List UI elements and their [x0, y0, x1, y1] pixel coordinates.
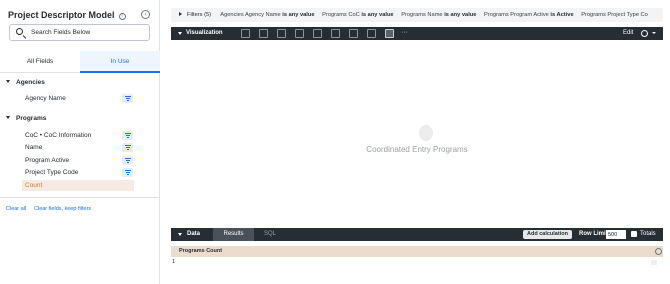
- row-limit-label: Row Limit: [579, 231, 608, 237]
- tab-results[interactable]: Results: [213, 228, 254, 241]
- search-icon: [16, 28, 23, 35]
- field-count[interactable]: Count: [22, 180, 134, 191]
- chevron-right-icon: [179, 12, 182, 16]
- filter-icon[interactable]: [122, 156, 133, 165]
- filter-icon[interactable]: [122, 131, 133, 140]
- line-chart-icon[interactable]: [313, 29, 322, 38]
- filters-bar[interactable]: Filters (5) Agencies Agency Name is any …: [171, 8, 663, 22]
- row-limit-input[interactable]: [606, 230, 626, 239]
- model-title: Project Descriptor Model i: [8, 10, 126, 20]
- pie-chart-icon[interactable]: [349, 29, 358, 38]
- chevron-down-icon[interactable]: [652, 32, 656, 34]
- filter-icon[interactable]: [122, 94, 133, 103]
- filter-chip[interactable]: Programs Program Active is Active: [484, 12, 574, 18]
- chevron-down-icon[interactable]: [178, 32, 182, 35]
- chevron-down-icon: [6, 80, 10, 83]
- row-number: 1: [172, 259, 176, 265]
- info-icon[interactable]: i: [118, 13, 126, 20]
- scatter-chart-icon[interactable]: [295, 29, 304, 38]
- map-chart-icon[interactable]: [367, 29, 376, 38]
- data-title[interactable]: Data: [187, 228, 200, 241]
- column-header-programs-count[interactable]: Programs Count: [179, 246, 222, 257]
- visualization-area: Coordinated Entry Programs: [171, 41, 663, 226]
- clear-all-link[interactable]: Clear all: [6, 206, 26, 212]
- add-calculation-button[interactable]: Add calculation: [523, 230, 572, 239]
- clear-fields-link[interactable]: Clear fields, keep filters: [34, 206, 91, 212]
- totals-label[interactable]: Totals: [640, 228, 656, 241]
- table-chart-icon[interactable]: [241, 29, 250, 38]
- area-chart-icon[interactable]: [331, 29, 340, 38]
- visualization-title[interactable]: Visualization: [186, 27, 223, 40]
- results-header-row: Programs Count: [171, 246, 663, 257]
- search-input[interactable]: [31, 27, 146, 38]
- field-coc-information[interactable]: CoC • CoC Information: [22, 130, 134, 141]
- column-chart-icon[interactable]: [259, 29, 268, 38]
- tab-all-fields[interactable]: All Fields: [0, 51, 80, 73]
- edit-button[interactable]: Edit: [623, 27, 633, 40]
- field-tabs: All Fields In Use: [0, 51, 160, 73]
- field-agency-name[interactable]: Agency Name: [22, 93, 134, 104]
- field-search[interactable]: [9, 24, 150, 41]
- collapse-panel-icon[interactable]: ‹: [141, 10, 150, 19]
- filter-chip[interactable]: Programs Name is any value: [401, 12, 476, 18]
- totals-checkbox[interactable]: [631, 231, 637, 237]
- filter-chip[interactable]: Programs Project Type Co: [581, 12, 648, 18]
- divider: [0, 197, 160, 198]
- table-cell: [651, 260, 657, 265]
- filter-chip[interactable]: Agencies Agency Name is any value: [220, 12, 314, 18]
- data-bar: Data Results SQL Add calculation Row Lim…: [171, 228, 663, 241]
- field-name[interactable]: Name: [22, 142, 134, 153]
- gear-icon[interactable]: [641, 30, 648, 37]
- gear-icon[interactable]: [655, 248, 662, 255]
- bar-chart-icon[interactable]: [277, 29, 286, 38]
- chevron-down-icon: [6, 116, 10, 119]
- filter-icon[interactable]: [122, 168, 133, 177]
- filters-label: Filters (5): [187, 12, 212, 18]
- single-value-icon[interactable]: [385, 29, 394, 38]
- visualization-bar: Visualization ··· Edit: [171, 27, 663, 40]
- tab-sql[interactable]: SQL: [264, 228, 276, 241]
- more-icon[interactable]: ···: [401, 26, 408, 39]
- field-project-type-code[interactable]: Project Type Code: [22, 167, 134, 178]
- filter-chip[interactable]: Programs CoC is any value: [322, 12, 393, 18]
- field-picker-panel: Project Descriptor Modeli ‹ All Fields I…: [0, 0, 160, 284]
- filter-icon[interactable]: [122, 143, 133, 152]
- loading-placeholder: [419, 125, 433, 141]
- group-agencies[interactable]: Agencies: [6, 79, 45, 86]
- tab-in-use[interactable]: In Use: [80, 51, 160, 73]
- visualization-title-text: Coordinated Entry Programs: [366, 145, 468, 154]
- group-programs[interactable]: Programs: [6, 115, 46, 122]
- field-program-active[interactable]: Program Active: [22, 155, 134, 166]
- chevron-down-icon[interactable]: [178, 233, 182, 236]
